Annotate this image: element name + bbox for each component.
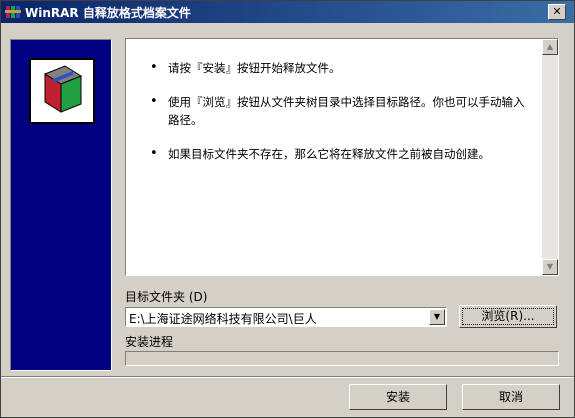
combo-dropdown-button[interactable]: ▼ (429, 309, 445, 325)
cancel-button-label: 取消 (498, 390, 523, 404)
scroll-down-icon: ▼ (546, 262, 554, 271)
title-bar: WinRAR 自释放格式档案文件 ✕ (1, 1, 574, 23)
cancel-button[interactable]: 取消 (462, 384, 560, 410)
window-title: WinRAR 自释放格式档案文件 (25, 6, 191, 20)
scroll-down-button[interactable]: ▼ (542, 259, 558, 275)
install-button-label: 安装 (385, 390, 410, 404)
instruction-item: 如果目标文件夹不存在，那么它将在释放文件之前被自动创建。 (150, 145, 528, 163)
close-icon: ✕ (552, 5, 562, 18)
winrar-app-icon (5, 6, 21, 18)
instruction-item: 请按『安装』按钮开始释放文件。 (150, 59, 528, 77)
scroll-up-button[interactable]: ▲ (542, 39, 558, 55)
footer-divider (1, 376, 574, 378)
install-progress-bar (125, 351, 559, 366)
dest-path-combobox[interactable]: E:\上海证途网络科技有限公司\巨人 ▼ (125, 307, 447, 327)
instruction-item: 使用『浏览』按钮从文件夹树目录中选择目标路径。你也可以手动输入路径。 (150, 93, 528, 129)
archive-logo (29, 58, 95, 124)
side-banner (10, 39, 112, 371)
self-extractor-window: WinRAR 自释放格式档案文件 ✕ 请按『安装』按钮开始释放文件。 使用『浏览… (0, 0, 575, 418)
progress-label: 安装进程 (125, 335, 174, 349)
dest-path-value[interactable]: E:\上海证途网络科技有限公司\巨人 (129, 310, 317, 327)
instructions-list: 请按『安装』按钮开始释放文件。 使用『浏览』按钮从文件夹树目录中选择目标路径。你… (126, 39, 558, 163)
browse-button[interactable]: 浏览(R)... (459, 305, 557, 328)
vertical-scrollbar[interactable]: ▲ ▼ (542, 39, 558, 275)
browse-button-label: 浏览(R)... (481, 309, 535, 323)
archive-book-icon (43, 65, 83, 113)
close-button[interactable]: ✕ (548, 4, 566, 20)
install-button[interactable]: 安装 (349, 384, 447, 410)
instructions-panel: 请按『安装』按钮开始释放文件。 使用『浏览』按钮从文件夹树目录中选择目标路径。你… (125, 38, 559, 276)
dest-folder-label: 目标文件夹 (D) (125, 290, 208, 304)
chevron-down-icon: ▼ (433, 312, 441, 321)
scroll-up-icon: ▲ (546, 42, 554, 51)
